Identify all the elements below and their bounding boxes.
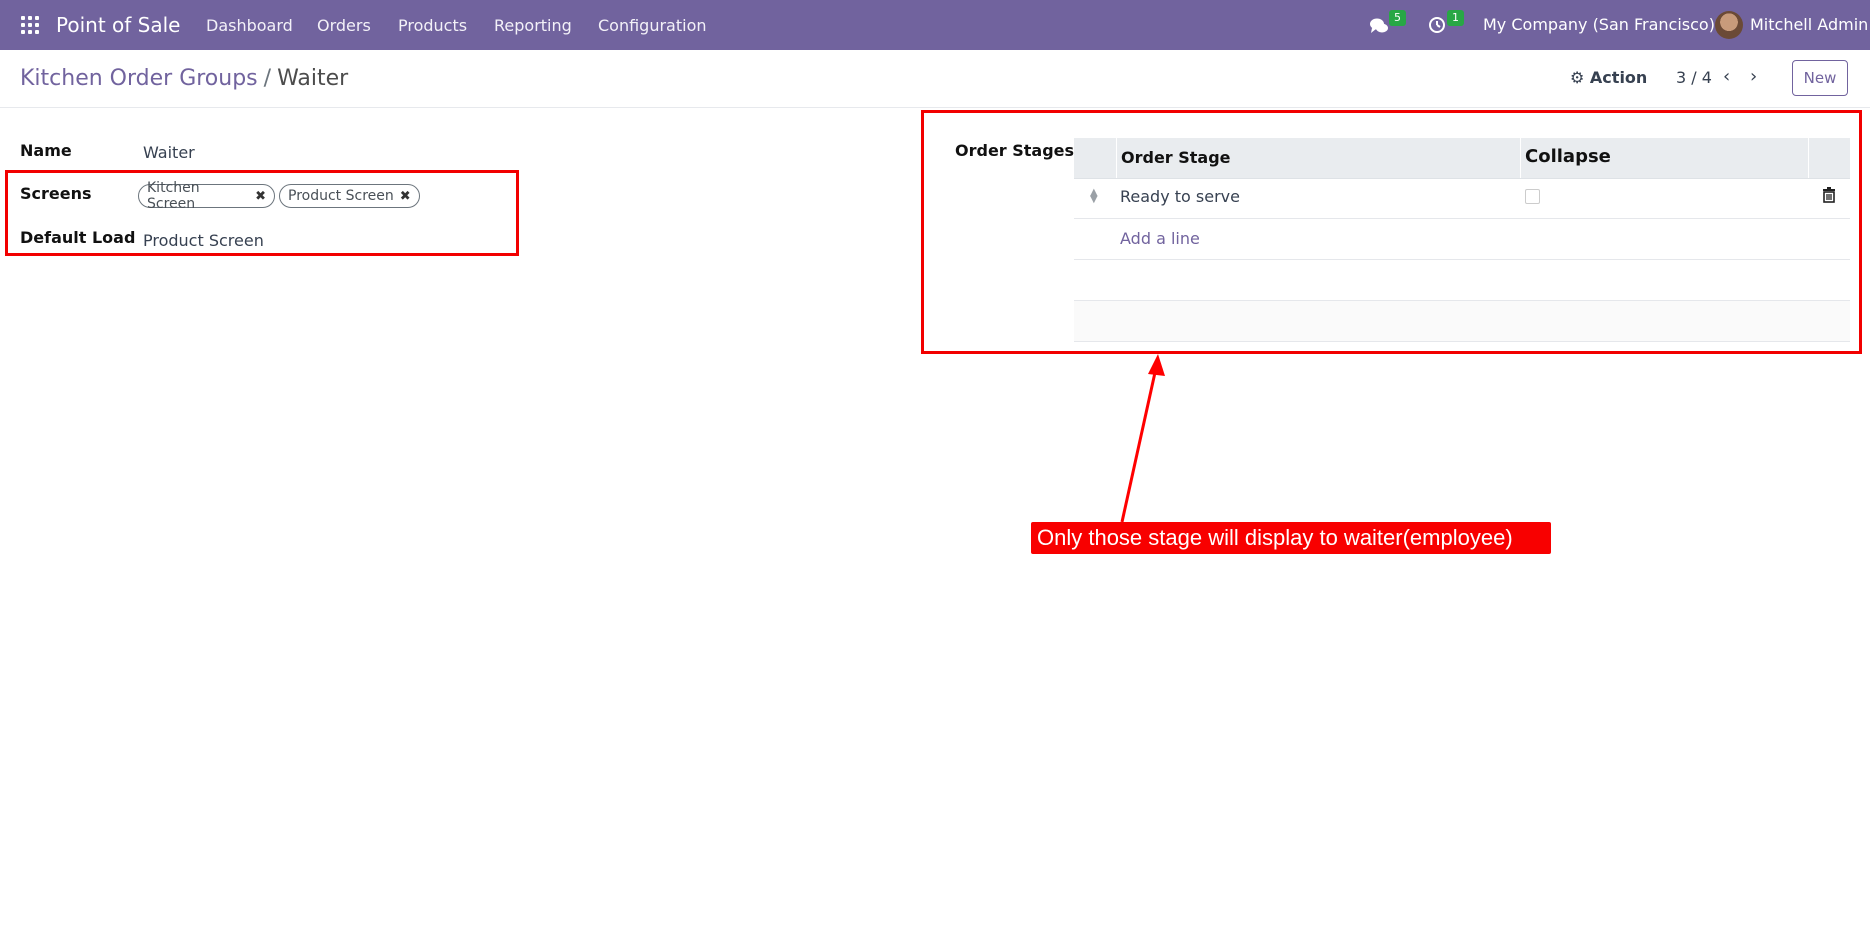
- chevron-left-icon[interactable]: ‹: [1723, 66, 1730, 87]
- new-button[interactable]: New: [1792, 60, 1848, 96]
- messages-badge: 5: [1389, 10, 1406, 26]
- menu-products[interactable]: Products: [398, 16, 467, 35]
- user-avatar[interactable]: [1715, 11, 1743, 39]
- breadcrumb-separator: /: [263, 66, 272, 91]
- breadcrumb-current: Waiter: [277, 66, 349, 91]
- clock-icon[interactable]: [1428, 16, 1446, 34]
- company-switcher[interactable]: My Company (San Francisco): [1483, 15, 1715, 34]
- top-navbar: Point of Sale Dashboard Orders Products …: [0, 0, 1870, 50]
- apps-grid-icon[interactable]: [21, 16, 39, 34]
- gear-icon: ⚙: [1570, 68, 1585, 87]
- annotation-highlight-screens: [5, 170, 519, 256]
- annotation-label: Only those stage will display to waiter(…: [1031, 522, 1551, 554]
- name-label: Name: [20, 141, 72, 160]
- annotation-highlight-stages: [921, 110, 1862, 354]
- menu-configuration[interactable]: Configuration: [598, 16, 707, 35]
- app-title[interactable]: Point of Sale: [56, 13, 180, 37]
- control-panel: Kitchen Order Groups / Waiter ⚙ Action 3 /…: [0, 50, 1870, 108]
- annotation-arrow-icon: [1120, 354, 1165, 523]
- chevron-right-icon[interactable]: ›: [1750, 66, 1757, 87]
- chat-icon[interactable]: [1369, 17, 1389, 35]
- menu-dashboard[interactable]: Dashboard: [206, 16, 293, 35]
- action-label: Action: [1589, 68, 1648, 87]
- action-button[interactable]: ⚙ Action: [1570, 68, 1647, 87]
- breadcrumb: Kitchen Order Groups / Waiter: [20, 66, 348, 91]
- user-menu[interactable]: Mitchell Admin: [1750, 15, 1868, 34]
- menu-reporting[interactable]: Reporting: [494, 16, 572, 35]
- breadcrumb-parent[interactable]: Kitchen Order Groups: [20, 66, 258, 91]
- menu-orders[interactable]: Orders: [317, 16, 371, 35]
- name-field[interactable]: Waiter: [143, 143, 195, 162]
- activities-badge: 1: [1447, 10, 1464, 26]
- pager-value[interactable]: 3 / 4: [1676, 68, 1712, 87]
